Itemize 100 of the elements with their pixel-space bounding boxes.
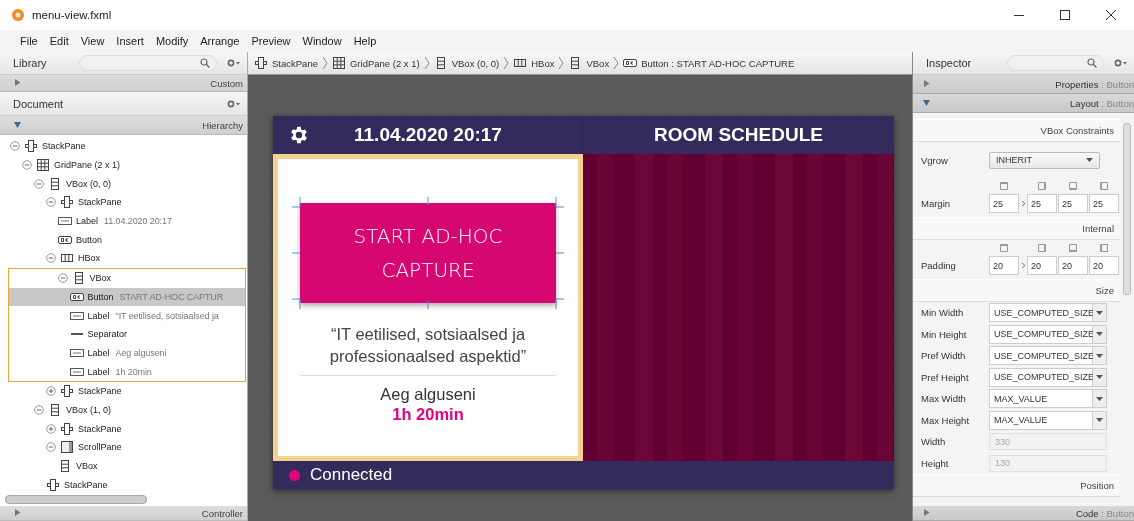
tree-item[interactable]: StackPane [0, 137, 247, 156]
breadcrumb-item[interactable]: VBox (0, 0) [433, 56, 500, 70]
tree-item[interactable]: Label Aeg alguseni [9, 343, 245, 363]
menu-item[interactable]: Edit [43, 35, 75, 47]
collapse-icon[interactable] [34, 404, 44, 415]
dropdown-button[interactable] [1093, 389, 1107, 409]
breadcrumb-item[interactable]: Button : START AD-HOC CAPTURE [623, 56, 795, 70]
breadcrumb-item[interactable]: StackPane [254, 56, 318, 70]
tree-item[interactable]: HBox [0, 249, 247, 268]
input-field[interactable]: USE_COMPUTED_SIZE [989, 324, 1093, 344]
collapsed-arrow-icon[interactable] [14, 509, 22, 517]
menu-item[interactable]: File [14, 35, 44, 47]
tree-item[interactable]: GridPane (2 x 1) [0, 155, 247, 175]
scrollbar[interactable] [1123, 123, 1131, 295]
tree-item[interactable]: StackPane [0, 475, 247, 492]
collapse-icon[interactable] [34, 178, 44, 189]
input-field[interactable]: USE_COMPUTED_SIZE [989, 367, 1093, 387]
collapse-icon[interactable] [57, 273, 68, 284]
section-header[interactable]: Controller [0, 506, 247, 521]
input-field[interactable]: 25 [1089, 194, 1119, 213]
dropdown-button[interactable] [1093, 324, 1107, 344]
expand-icon[interactable] [46, 386, 56, 397]
menu-item[interactable]: View [74, 35, 111, 47]
section-header[interactable]: Properties : Button [913, 75, 1134, 94]
input-field[interactable]: USE_COMPUTED_SIZE [989, 303, 1093, 323]
expanded-arrow-icon[interactable] [923, 99, 931, 107]
tree-item[interactable]: Button START AD-HOC CAPTUR [9, 287, 245, 307]
collapse-icon[interactable] [46, 253, 56, 264]
collapse-icon[interactable] [46, 442, 56, 453]
tree-item[interactable]: VBox [0, 456, 247, 476]
dropdown-button[interactable] [1093, 346, 1107, 366]
dropdown-button[interactable] [1093, 303, 1107, 323]
tree-item[interactable]: Label 11.04.2020 20:17 [0, 211, 247, 231]
vbox-icon [48, 402, 62, 417]
section-heading: VBox Constraints [913, 119, 1120, 142]
input-field[interactable]: 20 [1027, 256, 1057, 275]
dropdown-button[interactable] [1093, 410, 1107, 430]
input-field[interactable]: 20 [1089, 256, 1119, 275]
stackpane-icon [24, 139, 38, 154]
collapsed-arrow-icon[interactable] [923, 509, 931, 517]
field-label: Margin [921, 198, 952, 211]
breadcrumb-item[interactable]: GridPane (2 x 1) [331, 56, 420, 70]
menu-item[interactable]: Insert [110, 35, 150, 47]
tree-item[interactable]: Separator [9, 324, 245, 344]
menu-item[interactable]: Preview [245, 35, 297, 47]
search-icon [200, 58, 210, 68]
tree-item[interactable]: StackPane [0, 381, 247, 401]
input-field[interactable]: MAX_VALUE [989, 410, 1093, 430]
settings-menu-icon[interactable] [227, 98, 241, 109]
expanded-arrow-icon[interactable] [14, 121, 22, 129]
input-field[interactable]: 25 [989, 194, 1019, 213]
input-field[interactable]: 25 [1058, 194, 1088, 213]
breadcrumb-item[interactable]: VBox [568, 56, 610, 70]
input-field[interactable]: MAX_VALUE [989, 389, 1093, 409]
input-field[interactable]: 20 [989, 256, 1019, 275]
chevron-icon[interactable] [1021, 262, 1026, 269]
side-icon [1068, 181, 1078, 191]
menu-item[interactable]: Window [296, 35, 348, 47]
menu-item[interactable]: Modify [149, 35, 195, 47]
dropdown[interactable]: INHERIT [989, 151, 1100, 169]
collapse-icon[interactable] [46, 197, 56, 208]
scrollbar[interactable] [5, 494, 147, 504]
tree-item[interactable]: VBox (1, 0) [0, 400, 247, 420]
settings-icon[interactable] [288, 124, 310, 146]
chevron-icon[interactable] [1021, 200, 1026, 207]
collapsed-arrow-icon[interactable] [14, 79, 22, 87]
collapse-icon[interactable] [22, 160, 32, 171]
settings-menu-icon[interactable] [227, 58, 241, 68]
section-header[interactable]: Hierarchy [0, 116, 247, 135]
input-field[interactable]: USE_COMPUTED_SIZE [989, 346, 1093, 366]
tree-item[interactable]: Label "IT eetilised, sotsiaalsed ja [9, 306, 245, 325]
section-heading: Internal [913, 217, 1120, 240]
menu-item[interactable]: Arrange [194, 35, 246, 47]
tree-item[interactable]: StackPane [0, 193, 247, 212]
breadcrumb-item[interactable]: HBox [513, 56, 555, 70]
status-text: Connected [310, 465, 393, 485]
chevron-icon [503, 56, 510, 70]
settings-menu-icon[interactable] [1114, 58, 1128, 68]
dropdown-button[interactable] [1093, 367, 1107, 387]
search-field[interactable] [78, 55, 217, 71]
tree-item[interactable]: VBox (0, 0) [0, 174, 247, 194]
section-header[interactable]: Code : Button [913, 506, 1134, 521]
tree-item[interactable]: Label 1h 20min [9, 362, 245, 381]
input-field[interactable]: 25 [1027, 194, 1057, 213]
tree-item[interactable]: Button [0, 230, 247, 250]
search-field[interactable] [1007, 55, 1104, 71]
collapse-icon[interactable] [10, 141, 20, 152]
menu-item[interactable]: Help [347, 35, 383, 47]
section-header[interactable]: Custom [0, 75, 247, 92]
collapsed-arrow-icon[interactable] [923, 80, 931, 88]
stackpane-icon [60, 195, 74, 210]
input-field[interactable]: 20 [1058, 256, 1088, 275]
input-field: 330 [989, 433, 1107, 451]
tree-item[interactable]: StackPane [0, 419, 247, 438]
expand-icon[interactable] [46, 423, 56, 434]
tree-item[interactable]: VBox [9, 268, 245, 288]
panel-heading: ROOM SCHEDULE [654, 124, 823, 146]
section-header[interactable]: Layout : Button [913, 94, 1134, 113]
capture-button[interactable]: START AD-HOC CAPTURE [300, 203, 556, 303]
tree-item[interactable]: ScrollPane [0, 438, 247, 457]
